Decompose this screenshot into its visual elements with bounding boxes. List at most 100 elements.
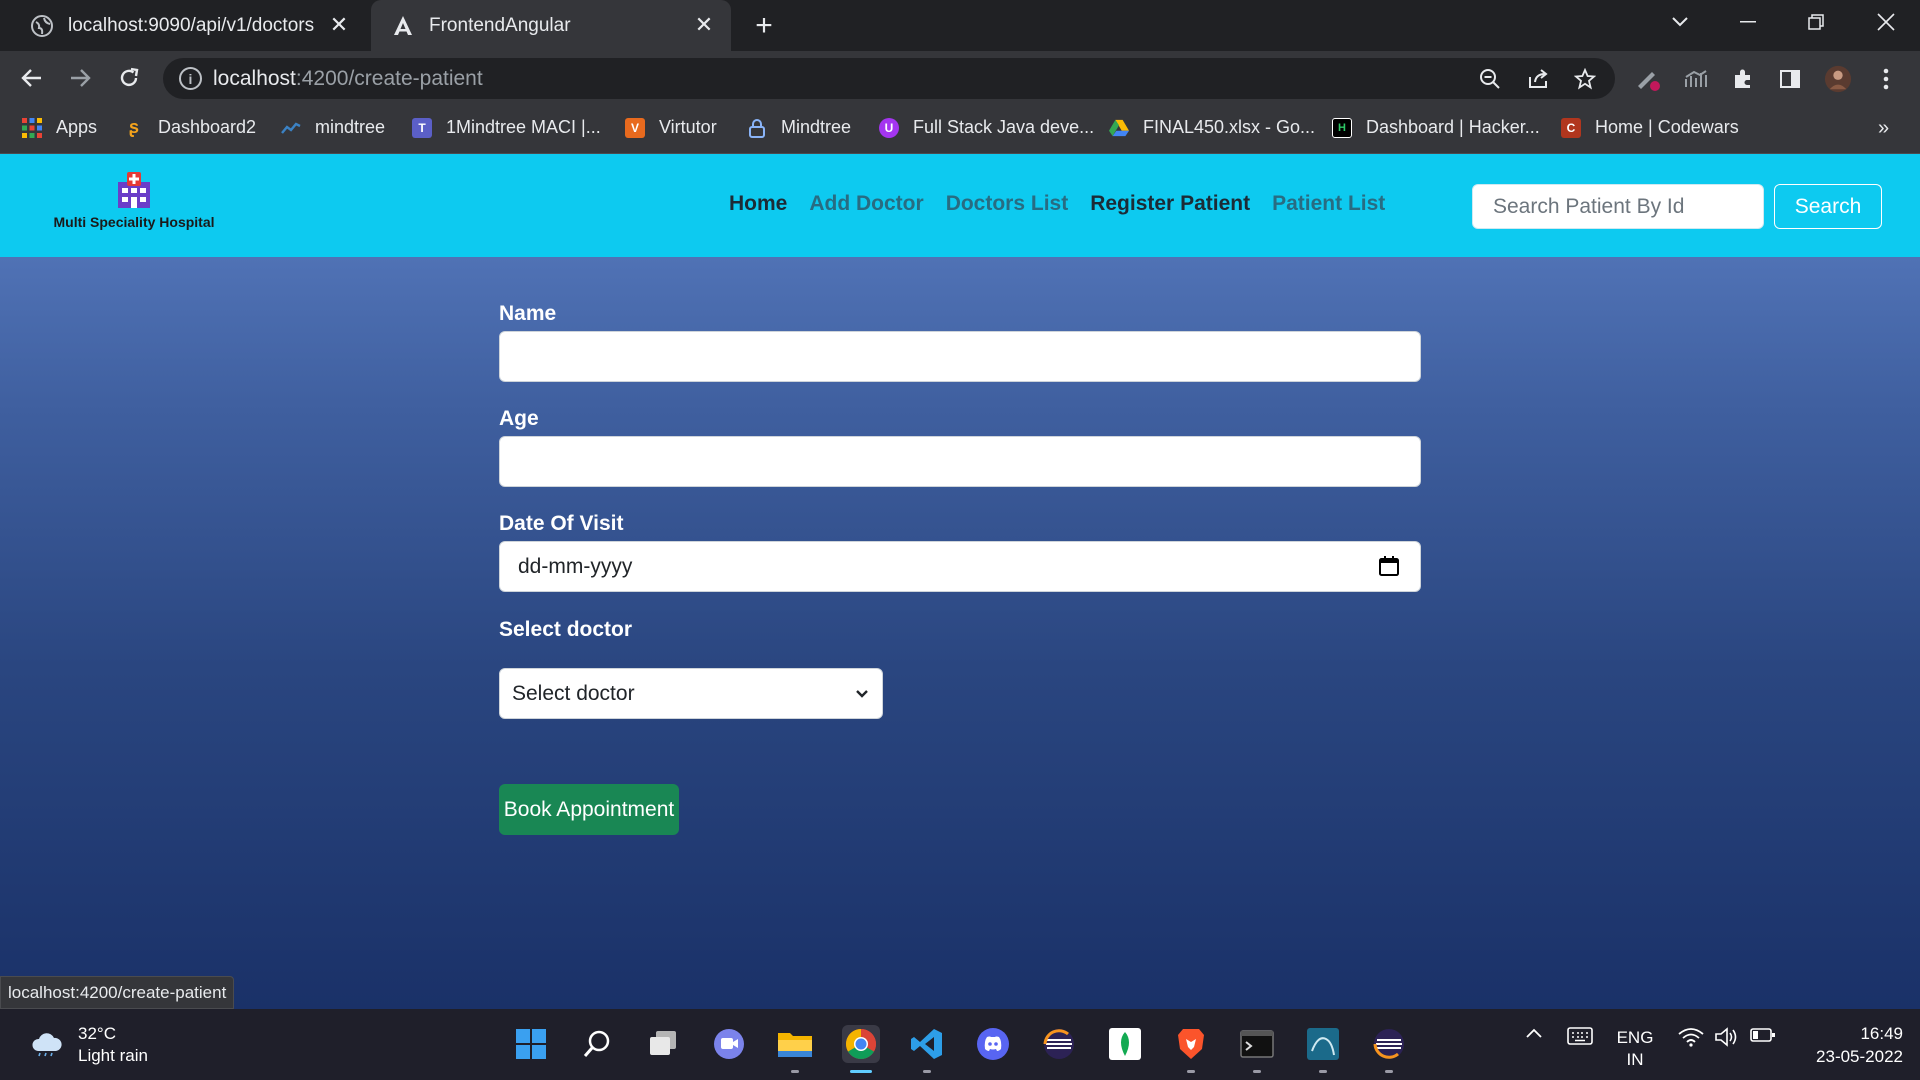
back-arrow-icon[interactable] xyxy=(15,61,49,95)
drive-icon xyxy=(1109,118,1129,138)
eclipse-icon[interactable] xyxy=(1040,1025,1078,1063)
bookmark-star-icon[interactable] xyxy=(1571,65,1599,93)
bookmark-label: 1Mindtree MACI |... xyxy=(446,117,601,137)
clock-time: 16:49 xyxy=(1860,1024,1903,1043)
search-icon[interactable] xyxy=(578,1025,616,1063)
restore-button[interactable] xyxy=(1786,0,1846,44)
nav-patient-list[interactable]: Patient List xyxy=(1272,192,1385,216)
windows-start-icon[interactable] xyxy=(512,1025,550,1063)
date-of-visit-input[interactable]: dd-mm-yyyy xyxy=(499,541,1421,592)
weather-widget[interactable]: 32°C Light rain xyxy=(30,1023,148,1067)
terminal-icon[interactable] xyxy=(1238,1025,1276,1073)
running-indicator xyxy=(923,1070,931,1073)
bookmarks-overflow-chevron-icon[interactable]: » xyxy=(1878,117,1889,140)
doctor-select[interactable]: Select doctor xyxy=(499,668,883,719)
battery-icon[interactable] xyxy=(1749,1027,1777,1043)
bookmark-full-stack-java[interactable]: U Full Stack Java deve... xyxy=(879,117,1094,138)
chrome-icon[interactable] xyxy=(842,1025,880,1073)
tab-doctors-api[interactable]: localhost:9090/api/v1/doctors ✕ xyxy=(0,0,366,51)
age-input[interactable] xyxy=(499,436,1421,487)
lock-icon xyxy=(747,118,767,138)
file-explorer-icon[interactable] xyxy=(776,1025,814,1073)
close-window-button[interactable] xyxy=(1856,0,1916,44)
browser-tab-strip: localhost:9090/api/v1/doctors ✕ Frontend… xyxy=(0,0,1920,51)
running-indicator xyxy=(1385,1070,1393,1073)
minimize-button[interactable] xyxy=(1718,0,1778,44)
show-hidden-icons-chevron-icon[interactable] xyxy=(1524,1027,1544,1039)
page-content: Multi Speciality Hospital Home Add Docto… xyxy=(0,154,1920,1009)
bookmark-label: mindtree xyxy=(315,117,386,137)
brave-browser-icon[interactable] xyxy=(1172,1025,1210,1073)
teams-chat-icon[interactable] xyxy=(710,1025,748,1063)
zoom-icon[interactable] xyxy=(1476,65,1504,93)
mongodb-compass-icon[interactable] xyxy=(1106,1025,1144,1063)
nav-home[interactable]: Home xyxy=(729,192,787,216)
extensions-puzzle-icon[interactable] xyxy=(1729,65,1757,93)
weather-desc: Light rain xyxy=(78,1046,148,1065)
bookmark-label: Dashboard | Hacker... xyxy=(1366,117,1540,137)
calendar-icon[interactable] xyxy=(1378,555,1402,579)
name-input[interactable] xyxy=(499,331,1421,382)
bookmark-hackerrank[interactable]: H Dashboard | Hacker... xyxy=(1332,117,1540,138)
profile-avatar[interactable] xyxy=(1824,65,1852,93)
bookmark-dashboard2[interactable]: ʂ Dashboard2 xyxy=(124,117,256,138)
keyboard-icon[interactable] xyxy=(1565,1027,1595,1045)
close-tab-icon[interactable]: ✕ xyxy=(326,12,352,38)
bookmark-mindtree[interactable]: mindtree xyxy=(281,117,385,138)
forward-arrow-icon[interactable] xyxy=(63,61,97,95)
task-view-icon[interactable] xyxy=(644,1025,682,1063)
nav-doctors-list[interactable]: Doctors List xyxy=(946,192,1069,216)
dashboard-icon: ʂ xyxy=(128,117,139,137)
app-navbar: Multi Speciality Hospital Home Add Docto… xyxy=(0,154,1920,257)
bookmark-codewars[interactable]: C Home | Codewars xyxy=(1561,117,1739,138)
tab-search-chevron-icon[interactable] xyxy=(1650,0,1710,44)
share-icon[interactable] xyxy=(1524,65,1552,93)
discord-icon[interactable] xyxy=(974,1025,1012,1063)
volume-icon[interactable] xyxy=(1713,1027,1741,1047)
language-indicator[interactable]: ENG IN xyxy=(1610,1027,1660,1071)
nav-add-doctor[interactable]: Add Doctor xyxy=(809,192,923,216)
active-indicator xyxy=(850,1070,872,1073)
brand[interactable]: Multi Speciality Hospital xyxy=(44,170,224,230)
close-tab-icon[interactable]: ✕ xyxy=(691,12,717,38)
clock[interactable]: 16:49 23-05-2022 xyxy=(1795,1022,1903,1068)
bookmark-apps[interactable]: Apps xyxy=(22,117,97,138)
new-tab-button[interactable]: + xyxy=(748,9,780,42)
running-indicator xyxy=(1253,1070,1261,1073)
address-bar[interactable]: i localhost:4200/create-patient xyxy=(163,58,1615,99)
browser-menu-icon[interactable] xyxy=(1872,65,1900,93)
browser-toolbar: i localhost:4200/create-patient xyxy=(0,51,1920,106)
nav-register-patient[interactable]: Register Patient xyxy=(1090,192,1250,216)
tab-frontend-angular[interactable]: FrontendAngular ✕ xyxy=(371,0,731,51)
date-placeholder: dd-mm-yyyy xyxy=(518,554,633,578)
teams-icon: T xyxy=(412,117,432,138)
book-appointment-button[interactable]: Book Appointment xyxy=(499,784,679,835)
bookmark-label: Dashboard2 xyxy=(158,117,257,137)
side-panel-icon[interactable] xyxy=(1776,65,1804,93)
pen-extension-icon[interactable] xyxy=(1634,65,1662,93)
select-doctor-label: Select doctor xyxy=(499,618,633,641)
search-patient-input[interactable] xyxy=(1472,184,1764,229)
date-of-visit-label: Date Of Visit xyxy=(499,512,624,535)
eclipse-ide-icon[interactable] xyxy=(1370,1025,1408,1073)
tab-title: localhost:9090/api/v1/doctors xyxy=(68,14,315,36)
tab-title: FrontendAngular xyxy=(429,14,571,36)
running-indicator xyxy=(1187,1070,1195,1073)
analytics-extension-icon[interactable] xyxy=(1682,65,1710,93)
reload-icon[interactable] xyxy=(112,61,146,95)
url-path: :4200/create-patient xyxy=(295,67,483,90)
bookmark-label: Mindtree xyxy=(781,117,852,137)
bookmark-final450[interactable]: FINAL450.xlsx - Go... xyxy=(1109,117,1315,138)
wifi-icon[interactable] xyxy=(1677,1027,1705,1047)
address-url[interactable]: localhost:4200/create-patient xyxy=(213,67,483,91)
search-button[interactable]: Search xyxy=(1774,184,1882,229)
bookmark-mindtree-secure[interactable]: Mindtree xyxy=(747,117,851,138)
bookmark-virtutor[interactable]: V Virtutor xyxy=(625,117,717,138)
mysql-workbench-icon[interactable] xyxy=(1304,1025,1342,1073)
angular-icon xyxy=(391,14,415,38)
main-nav: Home Add Doctor Doctors List Register Pa… xyxy=(729,192,1385,216)
site-info-icon[interactable]: i xyxy=(179,67,202,90)
bookmark-mindtree-maci[interactable]: T 1Mindtree MACI |... xyxy=(412,117,601,138)
vscode-icon[interactable] xyxy=(908,1025,946,1073)
language-code: ENG xyxy=(1616,1028,1654,1047)
